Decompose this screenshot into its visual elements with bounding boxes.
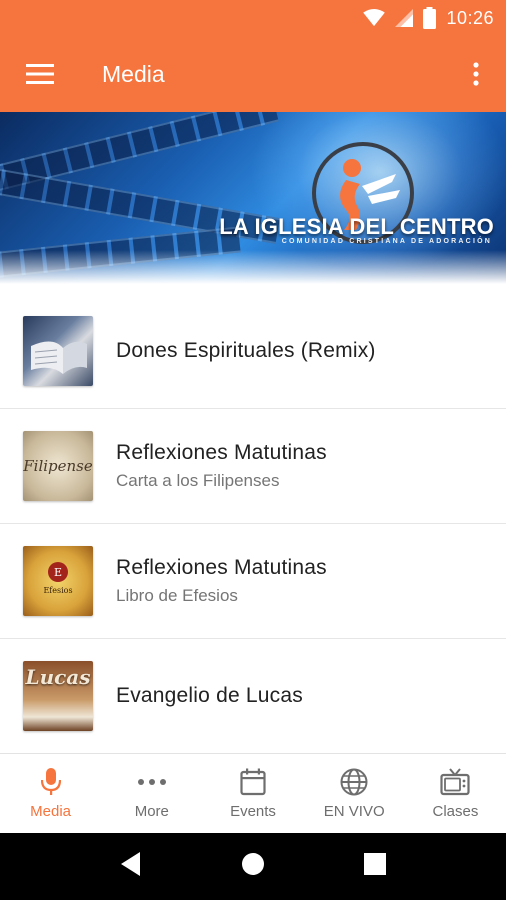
home-circle-icon xyxy=(241,853,264,875)
battery-icon xyxy=(423,7,437,29)
item-subtitle: Carta a los Filipenses xyxy=(116,471,280,490)
status-bar: 10:26 xyxy=(0,0,506,36)
back-button[interactable] xyxy=(120,851,142,882)
menu-button[interactable] xyxy=(0,36,80,112)
recents-square-icon xyxy=(364,853,387,875)
banner-title: LA IGLESIA DEL CENTRO xyxy=(219,214,494,239)
bottom-navigation: Media More Events EN VIVO Clases xyxy=(0,753,506,833)
list-item[interactable]: E Efesios Reflexiones Matutinas Libro de… xyxy=(0,524,506,639)
tab-clases[interactable]: Clases xyxy=(405,754,506,833)
page-title: Media xyxy=(102,60,165,87)
media-thumbnail: Lucas xyxy=(23,661,93,731)
item-title: Reflexiones Matutinas xyxy=(116,441,327,464)
tab-en-vivo[interactable]: EN VIVO xyxy=(304,754,405,833)
globe-icon xyxy=(340,768,368,796)
home-button[interactable] xyxy=(241,852,265,881)
tab-label: Media xyxy=(30,803,72,820)
item-subtitle: Libro de Efesios xyxy=(116,586,238,605)
media-thumbnail: Filipense xyxy=(23,431,93,501)
tab-more[interactable]: More xyxy=(101,754,202,833)
open-bible-icon xyxy=(31,341,87,374)
hamburger-menu-icon xyxy=(26,64,54,84)
tab-label: Clases xyxy=(432,803,479,820)
status-time: 10:26 xyxy=(446,7,494,28)
media-thumbnail: E Efesios xyxy=(23,546,93,616)
item-title: Evangelio de Lucas xyxy=(116,684,303,707)
back-triangle-icon xyxy=(120,852,140,876)
overflow-menu-button[interactable] xyxy=(446,36,506,112)
tab-media[interactable]: Media xyxy=(0,754,101,833)
list-item[interactable]: Dones Espirituales (Remix) xyxy=(0,294,506,409)
item-title: Reflexiones Matutinas xyxy=(116,556,327,579)
thumbnail-label: Efesios xyxy=(43,586,73,595)
tab-events[interactable]: Events xyxy=(202,754,303,833)
tab-label: EN VIVO xyxy=(323,803,385,820)
system-navigation-bar xyxy=(0,833,506,900)
item-title: Dones Espirituales (Remix) xyxy=(116,339,376,362)
list-item[interactable]: Lucas Evangelio de Lucas xyxy=(0,639,506,754)
media-list: Dones Espirituales (Remix) Filipense Ref… xyxy=(0,294,506,754)
thumbnail-label: Filipense xyxy=(23,457,93,475)
church-banner xyxy=(0,112,506,284)
microphone-icon xyxy=(40,768,61,795)
thumbnail-label: Lucas xyxy=(25,665,91,689)
more-dots-icon xyxy=(137,779,166,785)
media-thumbnail xyxy=(23,316,93,386)
tab-label: More xyxy=(134,803,169,820)
banner-subtitle: COMUNIDAD CRISTIANA DE ADORACIÓN xyxy=(281,238,492,245)
calendar-icon xyxy=(240,768,266,796)
tv-icon xyxy=(440,768,471,796)
more-vert-icon xyxy=(473,62,479,86)
list-item[interactable]: Filipense Reflexiones Matutinas Carta a … xyxy=(0,409,506,524)
wifi-icon xyxy=(363,9,386,27)
wax-seal-icon: E xyxy=(48,562,68,582)
tab-label: Events xyxy=(230,803,276,820)
app-bar: Media xyxy=(0,36,506,112)
cell-signal-icon xyxy=(395,9,414,27)
recents-button[interactable] xyxy=(364,853,387,880)
